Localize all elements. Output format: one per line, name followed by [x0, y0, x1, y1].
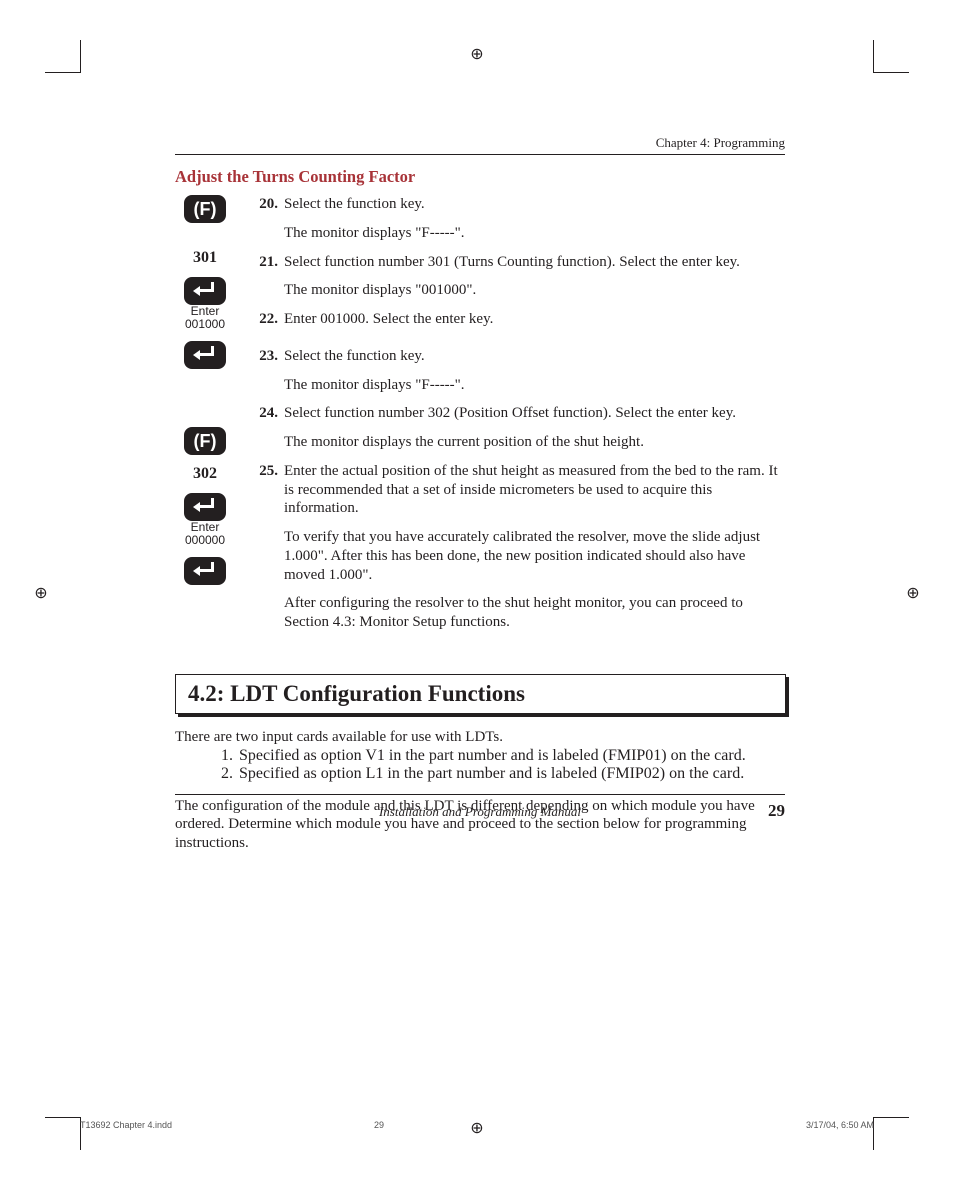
crop-mark [874, 1117, 909, 1118]
step-23: 23 Select the function key. [253, 347, 785, 366]
sidebar-value-000000: 000000 [185, 534, 225, 547]
procedure-block: (F) 301 Enter 001000 (F) 302 [175, 195, 785, 642]
step-25: 25 Enter the actual position of the shut… [253, 462, 785, 518]
imposition-file: T13692 Chapter 4.indd [80, 1120, 172, 1130]
step-text: Select function number 301 (Turns Counti… [284, 253, 785, 272]
enum-number: 1 [215, 747, 239, 765]
footer-title: Installation and Programming Manual [215, 804, 745, 820]
enter-key-icon [184, 557, 226, 585]
step-text: Select the function key. [284, 195, 785, 214]
enum-item-1: 1 Specified as option V1 in the part num… [215, 747, 785, 765]
subsection-heading: Adjust the Turns Counting Factor [175, 167, 785, 187]
function-key-icon: (F) [184, 195, 226, 223]
step-text: Enter the actual position of the shut he… [284, 462, 785, 518]
step-20: 20 Select the function key. [253, 195, 785, 214]
function-key-icon: (F) [184, 427, 226, 455]
page-footer: Installation and Programming Manual 29 [175, 794, 785, 821]
crop-mark [80, 40, 81, 73]
registration-mark-icon: ⊕ [904, 585, 922, 603]
step-text: Select function number 302 (Position Off… [284, 404, 785, 423]
enum-item-2: 2 Specified as option L1 in the part num… [215, 765, 785, 783]
crop-mark [874, 72, 909, 73]
crop-mark [45, 72, 80, 73]
enum-number: 2 [215, 765, 239, 783]
step-note: The monitor displays "001000". [284, 281, 785, 300]
step-22: 22 Enter 001000. Select the enter key. [253, 310, 785, 329]
function-key-label: (F) [194, 199, 217, 220]
crop-mark [45, 1117, 80, 1118]
intro-paragraph: There are two input cards available for … [175, 728, 785, 747]
step-note: The monitor displays "F-----". [284, 224, 785, 243]
enum-text: Specified as option V1 in the part numbe… [239, 747, 746, 765]
step-number: 21 [253, 253, 284, 272]
chapter-header: Chapter 4: Programming [175, 135, 785, 155]
registration-mark-icon: ⊕ [32, 585, 50, 603]
step-21: 21 Select function number 301 (Turns Cou… [253, 253, 785, 272]
step-text: Enter 001000. Select the enter key. [284, 310, 785, 329]
enter-key-icon [184, 277, 226, 305]
function-key-label: (F) [194, 431, 217, 452]
enum-text: Specified as option L1 in the part numbe… [239, 765, 744, 783]
step-number: 24 [253, 404, 284, 423]
crop-mark [873, 40, 874, 73]
step-note: The monitor displays "F-----". [284, 376, 785, 395]
step-text: Select the function key. [284, 347, 785, 366]
page-content: Chapter 4: Programming Adjust the Turns … [175, 135, 785, 853]
step-number: 23 [253, 347, 284, 366]
step-number: 22 [253, 310, 284, 329]
step-note: After configuring the resolver to the sh… [284, 594, 785, 632]
sidebar-value-001000: 001000 [185, 318, 225, 331]
footer-page-number: 29 [745, 801, 785, 821]
step-24: 24 Select function number 302 (Position … [253, 404, 785, 423]
step-note: The monitor displays the current positio… [284, 433, 785, 452]
enumeration: 1 Specified as option V1 in the part num… [215, 747, 785, 783]
step-number: 20 [253, 195, 284, 214]
section-heading: 4.2: LDT Configuration Functions [175, 674, 786, 714]
imposition-page: 29 [374, 1120, 384, 1130]
imposition-datetime: 3/17/04, 6:50 AM [806, 1120, 874, 1130]
step-number: 25 [253, 462, 284, 518]
enter-key-icon [184, 341, 226, 369]
registration-mark-icon: ⊕ [468, 46, 486, 64]
step-list: 20 Select the function key. The monitor … [253, 195, 785, 642]
imposition-line: T13692 Chapter 4.indd 29 3/17/04, 6:50 A… [80, 1120, 874, 1130]
step-note: To verify that you have accurately calib… [284, 528, 785, 584]
sidebar-number-302: 302 [193, 465, 217, 483]
enter-key-icon [184, 493, 226, 521]
sidebar-number-301: 301 [193, 249, 217, 267]
key-sidebar: (F) 301 Enter 001000 (F) 302 [175, 195, 235, 642]
